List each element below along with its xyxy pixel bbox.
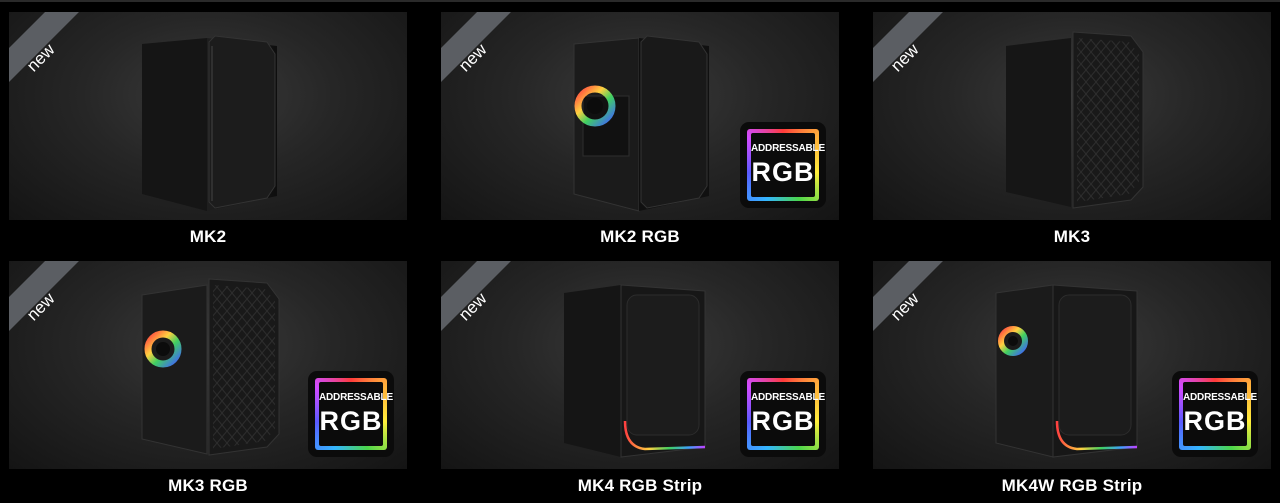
- product-card-mk2[interactable]: new MK2: [9, 12, 407, 252]
- product-name[interactable]: MK4 RGB Strip: [441, 476, 839, 496]
- product-image-mk2[interactable]: new: [9, 12, 407, 220]
- product-name[interactable]: MK3: [873, 227, 1271, 247]
- addressable-rgb-badge: ADDRESSABLE RGB: [1172, 371, 1258, 457]
- top-divider: [0, 0, 1280, 2]
- product-image-mk3-rgb[interactable]: new ADDRESSABLE RGB: [9, 261, 407, 469]
- pc-case-mk4w-rgb-strip: [995, 284, 1138, 458]
- badge-line2: RGB: [751, 406, 815, 436]
- badge-line2: RGB: [319, 406, 383, 436]
- product-card-mk3-rgb[interactable]: new ADDRESSABLE RGB MK3 RGB: [9, 261, 407, 501]
- product-name[interactable]: MK2 RGB: [441, 227, 839, 247]
- addressable-rgb-badge: ADDRESSABLE RGB: [740, 122, 826, 208]
- product-card-mk2-rgb[interactable]: new ADDRESSABLE RGB MK2 RGB: [441, 12, 839, 252]
- badge-line1: ADDRESSABLE: [751, 143, 825, 154]
- pc-case-mk3: [1006, 31, 1144, 209]
- pc-case-mk2: [142, 35, 277, 211]
- badge-line2: RGB: [751, 157, 815, 187]
- product-card-mk3[interactable]: new MK3: [873, 12, 1271, 252]
- badge-line1: ADDRESSABLE: [751, 392, 825, 403]
- addressable-rgb-badge: ADDRESSABLE RGB: [740, 371, 826, 457]
- badge-line1: ADDRESSABLE: [1183, 392, 1257, 403]
- product-image-mk4-rgb-strip[interactable]: new ADDRESSABLE RGB: [441, 261, 839, 469]
- pc-case-mk3-rgb: [141, 278, 280, 456]
- pc-case-mk4-rgb-strip: [564, 284, 706, 458]
- product-name[interactable]: MK4W RGB Strip: [873, 476, 1271, 496]
- product-image-mk3[interactable]: new: [873, 12, 1271, 220]
- product-image-mk2-rgb[interactable]: new ADDRESSABLE RGB: [441, 12, 839, 220]
- product-image-mk4w-rgb-strip[interactable]: new ADDRESSABLE RGB: [873, 261, 1271, 469]
- product-card-mk4w-rgb-strip[interactable]: new ADDRESSABLE RGB MK4W RGB Strip: [873, 261, 1271, 501]
- addressable-rgb-badge: ADDRESSABLE RGB: [308, 371, 394, 457]
- badge-line1: ADDRESSABLE: [319, 392, 393, 403]
- product-name[interactable]: MK3 RGB: [9, 476, 407, 496]
- product-card-mk4-rgb-strip[interactable]: new ADDRESSABLE RGB MK4 RGB Strip: [441, 261, 839, 501]
- badge-line2: RGB: [1183, 406, 1247, 436]
- product-name[interactable]: MK2: [9, 227, 407, 247]
- pc-case-mk2-rgb: [573, 35, 709, 212]
